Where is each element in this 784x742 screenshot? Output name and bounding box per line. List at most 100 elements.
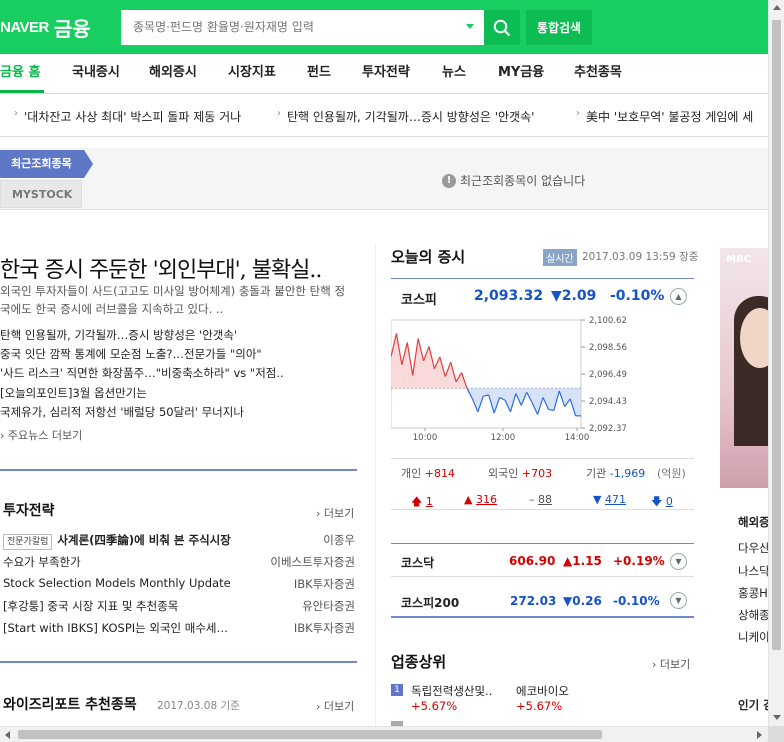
- investor-personal-value: +814: [424, 467, 455, 480]
- search-input[interactable]: [121, 10, 451, 43]
- nav-strategy[interactable]: 투자전략: [362, 54, 410, 93]
- search-button[interactable]: [484, 10, 520, 45]
- overseas-item[interactable]: 상해종: [738, 607, 770, 623]
- upper-limit-count[interactable]: 🡅 1: [411, 493, 433, 512]
- collapse-icon[interactable]: ▲: [670, 288, 687, 305]
- strategy-row[interactable]: Stock Selection Models Monthly Update IB…: [3, 574, 355, 595]
- kospi200-label: 코스피200: [401, 596, 460, 610]
- overseas-item[interactable]: 나스닥: [738, 563, 770, 579]
- overseas-item[interactable]: 홍콩H: [738, 585, 768, 601]
- nav-news[interactable]: 뉴스: [442, 54, 466, 93]
- nav-fund[interactable]: 펀드: [307, 54, 331, 93]
- strategy-row-source: IBK투자증권: [293, 577, 355, 591]
- y-tick-label: 2,096.49: [589, 370, 627, 380]
- nav-market-index[interactable]: 시장지표: [228, 54, 276, 93]
- main-nav: 금융 홈 국내증시 해외증시 시장지표 펀드 투자전략 뉴스 MY금융 추천종목: [0, 54, 768, 94]
- headline[interactable]: 한국 증시 주둔한 '외인부대', 불확실..: [0, 252, 322, 284]
- strategy-row[interactable]: [후강퉁] 중국 시장 지표 및 추천종목 유안타증권: [3, 596, 355, 617]
- fall-value[interactable]: 471: [605, 493, 626, 506]
- scroll-right-icon[interactable]: [757, 731, 762, 739]
- ticker-item[interactable]: 탄핵 인용될까, 기각될까…증시 방향성은 '안갯속': [287, 108, 534, 125]
- nav-overseas[interactable]: 해외증시: [149, 54, 197, 93]
- strategy-row-source: 유안타증권: [302, 599, 355, 613]
- bullet-icon: ›: [576, 108, 580, 119]
- y-tick-label: 2,098.56: [589, 343, 627, 353]
- strategy-more-link[interactable]: › 더보기: [316, 505, 354, 521]
- wise-more-link[interactable]: › 더보기: [316, 698, 354, 714]
- investor-unit: (억원): [657, 467, 686, 480]
- finance-logo[interactable]: 금융: [54, 13, 91, 42]
- expand-icon[interactable]: ▼: [670, 592, 687, 609]
- search-box[interactable]: [121, 10, 484, 45]
- vertical-scroll-thumb[interactable]: [772, 20, 781, 650]
- strategy-row-title[interactable]: Stock Selection Models Monthly Update: [3, 576, 231, 590]
- strategy-row-title[interactable]: [후강퉁] 중국 시장 지표 및 추천종목: [3, 598, 178, 614]
- investor-foreign-label: 외국인: [488, 467, 519, 480]
- news-item[interactable]: 중국 잇단 깜짝 통계에 모순점 노출?…전문가들 "의아": [0, 345, 352, 364]
- overseas-item[interactable]: 다우산: [738, 540, 770, 556]
- rise-value[interactable]: 316: [476, 493, 497, 506]
- total-search-button[interactable]: 통합검색: [526, 10, 592, 45]
- strategy-row[interactable]: 전문가칼럼 사계론(四季論)에 비춰 본 주식시장 이종우: [3, 530, 355, 551]
- nav-finance-home[interactable]: 금융 홈: [0, 54, 40, 93]
- flat-value[interactable]: 88: [538, 493, 552, 506]
- more-news-link[interactable]: › 주요뉴스 더보기: [0, 427, 82, 443]
- scroll-left-icon[interactable]: [5, 731, 10, 739]
- horizontal-scrollbar[interactable]: [0, 726, 784, 742]
- kospi-row[interactable]: 코스피 2,093.32 ▼2.09 -0.10% ▲: [391, 278, 694, 312]
- ticker-item[interactable]: 美中 '보호무역' 불공정 게임에 세: [586, 108, 753, 125]
- strategy-row[interactable]: [Start with IBKS] KOSPI는 외국인 매수세… IBK투자증…: [3, 618, 355, 639]
- x-tick-label: 12:00: [491, 433, 516, 443]
- area-segment: [391, 333, 397, 389]
- news-item[interactable]: [오늘의포인트]3월 옵션만기는: [0, 384, 352, 403]
- kospi200-row[interactable]: 코스피200 272.03 ▼0.26 -0.10% ▼: [391, 584, 694, 618]
- nav-my-finance[interactable]: MY금융: [498, 54, 544, 93]
- kosdaq-value: 606.90: [509, 554, 556, 568]
- search-dropdown-icon[interactable]: [466, 24, 474, 29]
- lower-limit-count[interactable]: 🡇 0: [651, 493, 673, 512]
- area-segment: [532, 388, 538, 415]
- scroll-down-icon[interactable]: [773, 715, 781, 720]
- ticker-item[interactable]: '대차잔고 사상 최대' 박스피 돌파 제동 거나: [24, 108, 241, 125]
- strategy-row-title[interactable]: 사계론(四季論)에 비춰 본 주식시장: [57, 533, 230, 547]
- sector-more-link[interactable]: › 더보기: [652, 656, 690, 672]
- kosdaq-row[interactable]: 코스닥 606.90 ▲1.15 +0.19% ▼: [391, 543, 694, 577]
- scroll-up-icon[interactable]: [773, 5, 781, 10]
- flat-count[interactable]: – 88: [529, 493, 552, 506]
- lower-limit-value[interactable]: 0: [666, 495, 673, 508]
- overseas-item[interactable]: 니케이: [738, 629, 770, 645]
- expand-icon[interactable]: ▼: [670, 553, 687, 570]
- news-item[interactable]: '사드 리스크' 직면한 화장품주…"비중축소하라" vs "저점..: [0, 364, 352, 383]
- nav-domestic[interactable]: 국내증시: [72, 54, 120, 93]
- page: NAVER 금융 통합검색 금융 홈 국내증시 해외증시 시장지표 펀드 투자전…: [0, 0, 784, 742]
- sector-top-stock[interactable]: 에코바이오: [516, 683, 569, 699]
- strategy-row[interactable]: 수요가 부족한가 이베스트투자증권: [3, 552, 355, 573]
- fall-count[interactable]: ▼ 471: [593, 493, 626, 506]
- nav-active-indicator: [0, 90, 44, 93]
- strategy-row-title[interactable]: 수요가 부족한가: [3, 554, 81, 570]
- scrollbar-corner: [768, 726, 784, 742]
- header: NAVER 금융 통합검색: [0, 0, 768, 54]
- kosdaq-percent: +0.19%: [613, 554, 665, 568]
- area-segment: [401, 342, 408, 389]
- upper-limit-value[interactable]: 1: [426, 495, 433, 508]
- sector-rank-title: 업종상위: [391, 653, 447, 671]
- horizontal-scroll-thumb[interactable]: [18, 730, 602, 739]
- mystock-tab[interactable]: MYSTOCK: [0, 180, 82, 208]
- recent-stocks-tab[interactable]: 최근조회종목: [0, 150, 93, 178]
- vertical-scrollbar[interactable]: [768, 0, 784, 726]
- strategy-row-title[interactable]: [Start with IBKS] KOSPI는 외국인 매수세…: [3, 620, 228, 636]
- sector-name[interactable]: 독립전력생산및..: [411, 683, 492, 699]
- sector-percent: +5.67%: [411, 699, 458, 713]
- mbc-ad-banner[interactable]: MBC: [720, 248, 768, 488]
- news-item[interactable]: 탄핵 인용될까, 기각될까…증시 방향성은 '안갯속': [0, 326, 352, 345]
- rise-count[interactable]: ▲ 316: [464, 493, 497, 506]
- market-time-value: 2017.03.09 13:59: [582, 251, 676, 263]
- investor-trend: 개인 +814 외국인 +703 기관 -1,969 (억원) 🡅 1 ▲ 31…: [391, 458, 694, 510]
- nav-recommend[interactable]: 추천종목: [574, 54, 622, 93]
- search-icon: [493, 19, 511, 37]
- naver-logo[interactable]: NAVER: [0, 19, 49, 36]
- news-item[interactable]: 국제유가, 심리적 저항선 '배럴당 50달러' 무너지나: [0, 403, 352, 422]
- naver-finance-logo[interactable]: NAVER 금융: [0, 13, 91, 42]
- headline-summary[interactable]: 외국인 투자자들이 사드(고고도 미사일 방어체계) 충돌과 불안한 탄핵 정국…: [0, 282, 352, 318]
